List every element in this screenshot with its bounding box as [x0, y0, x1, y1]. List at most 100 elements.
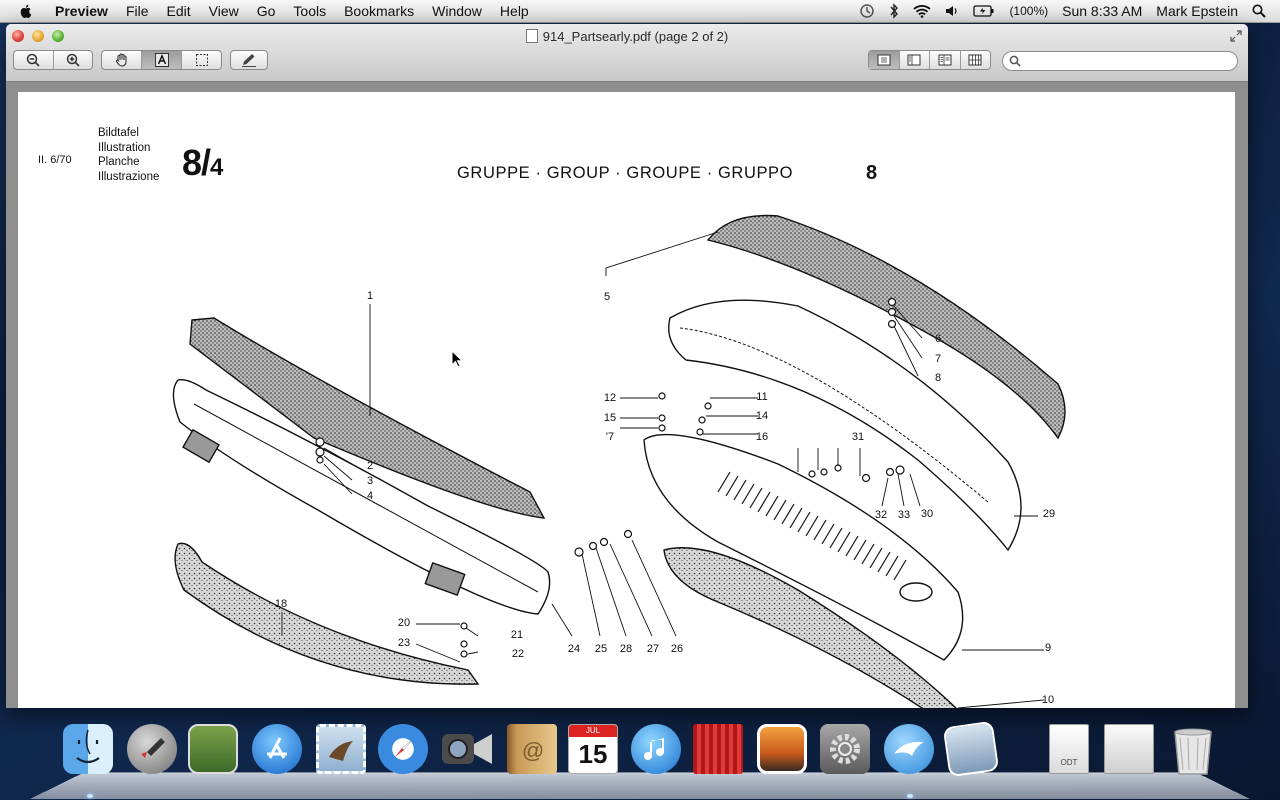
apple-menu-icon[interactable] [18, 3, 34, 19]
part-label-10: 10 [1042, 694, 1054, 706]
tool-selector [101, 50, 222, 70]
search-field[interactable] [1002, 51, 1238, 71]
photo-booth-curtain-icon [693, 724, 743, 774]
running-indicator-finder [87, 794, 93, 798]
preview-bird-icon [884, 724, 934, 774]
dock-preview[interactable] [884, 724, 936, 780]
table-of-contents-icon [938, 54, 952, 66]
time-machine-icon[interactable] [852, 3, 882, 19]
odt-file-icon: ODT [1049, 724, 1089, 774]
odt-file-label: ODT [1060, 758, 1078, 767]
annotate-button[interactable] [231, 51, 267, 69]
dock-system-preferences[interactable] [820, 724, 872, 780]
zoom-in-button[interactable] [54, 51, 93, 69]
part-label-2: 2 [367, 460, 373, 472]
facetime-camera-icon [438, 724, 492, 774]
svg-text:@: @ [522, 738, 544, 763]
menu-edit[interactable]: Edit [158, 3, 200, 19]
calendar-day: 15 [578, 739, 608, 769]
part-label-24: 24 [568, 643, 580, 655]
view-content-only-button[interactable] [869, 51, 900, 69]
part-label-29: 29 [1043, 508, 1055, 520]
marquee-icon [195, 54, 208, 66]
part-label-9: 9 [1045, 642, 1051, 654]
safari-compass-icon [378, 724, 428, 774]
part-label-15: 15 [604, 412, 616, 424]
move-tool-button[interactable] [102, 51, 142, 69]
part-label-11: 11 [756, 391, 767, 403]
zoom-in-icon [66, 53, 80, 67]
menu-go[interactable]: Go [248, 3, 285, 19]
zoom-out-button[interactable] [14, 51, 54, 69]
text-select-icon [154, 53, 169, 67]
part-label-20: 20 [398, 617, 410, 629]
dock-ical[interactable]: JUL 15 [568, 724, 620, 780]
dock-mail[interactable] [316, 724, 368, 780]
dock-photo-booth[interactable] [693, 724, 745, 780]
menu-tools[interactable]: Tools [284, 3, 335, 19]
menu-user[interactable]: Mark Epstein [1149, 3, 1245, 19]
part-label-26: 26 [671, 643, 683, 655]
title-bar: 914_Partsearly.pdf (page 2 of 2) [6, 24, 1248, 82]
dock-trash[interactable] [1168, 724, 1220, 780]
dock-facetime[interactable] [438, 724, 492, 780]
dock-photo-booth-gallery[interactable] [188, 724, 240, 780]
rect-select-tool-button[interactable] [182, 51, 221, 69]
battery-icon[interactable] [966, 5, 1002, 17]
part-label-30: 30 [921, 508, 933, 520]
part-label-33: 33 [898, 509, 910, 521]
mouse-cursor-icon [451, 350, 463, 368]
gear-icon [820, 724, 870, 774]
dock-finder[interactable] [63, 724, 115, 780]
part-label-22: 22 [512, 648, 524, 660]
bluetooth-icon[interactable] [882, 3, 906, 19]
pencil-icon [242, 54, 256, 67]
part-label-1: 1 [367, 290, 373, 302]
window-title: 914_Partsearly.pdf (page 2 of 2) [6, 29, 1248, 44]
pdf-page[interactable]: II. 6/70 Bildtafel Illustration Planche … [18, 92, 1235, 708]
volume-icon[interactable] [938, 4, 966, 18]
thumbnails-icon [907, 54, 921, 66]
part-label-4: 4 [367, 490, 373, 502]
fullscreen-icon[interactable] [1230, 30, 1242, 42]
part-label-23: 23 [398, 637, 410, 649]
dock-itunes[interactable] [631, 724, 683, 780]
hand-icon [115, 53, 127, 67]
dock-downloads-stack[interactable] [1104, 724, 1156, 780]
wifi-icon[interactable] [906, 4, 938, 18]
menu-help[interactable]: Help [491, 3, 538, 19]
menu-clock[interactable]: Sun 8:33 AM [1055, 3, 1149, 19]
dock-safari[interactable] [378, 724, 430, 780]
dock-odt-document[interactable]: ODT [1044, 724, 1096, 780]
menu-bookmarks[interactable]: Bookmarks [335, 3, 423, 19]
photo-gallery-icon [188, 724, 238, 774]
menu-window[interactable]: Window [423, 3, 491, 19]
search-icon [1009, 55, 1021, 67]
trash-icon [1168, 724, 1218, 775]
view-contact-sheet-button[interactable] [961, 51, 991, 69]
document-viewport[interactable]: II. 6/70 Bildtafel Illustration Planche … [6, 82, 1248, 708]
dock-iphoto[interactable] [757, 724, 809, 780]
dock-launchpad[interactable] [127, 724, 179, 780]
mail-stamp-icon [316, 724, 366, 774]
pdf-document-icon [525, 29, 538, 43]
view-toc-button[interactable] [930, 51, 961, 69]
dock-app-store[interactable] [252, 724, 304, 780]
view-thumbnails-button[interactable] [900, 51, 930, 69]
dock-address-book[interactable]: @ [507, 724, 559, 780]
app-menu-preview[interactable]: Preview [46, 3, 117, 19]
window-title-text: 914_Partsearly.pdf (page 2 of 2) [542, 29, 729, 44]
preview-window: 914_Partsearly.pdf (page 2 of 2) II. 6/7… [6, 24, 1248, 708]
part-label-27: 27 [647, 643, 659, 655]
spotlight-icon[interactable] [1245, 4, 1280, 18]
menu-file[interactable]: File [117, 3, 158, 19]
part-label-18: 18 [275, 598, 287, 610]
calendar-month: JUL [569, 725, 617, 737]
menu-view[interactable]: View [200, 3, 248, 19]
search-input[interactable] [1025, 53, 1229, 69]
address-book-icon: @ [507, 724, 557, 774]
part-label-7: 7 [935, 353, 941, 365]
text-tool-button[interactable] [142, 51, 182, 69]
dock-image-capture[interactable] [942, 720, 1000, 780]
itunes-note-icon [631, 724, 681, 774]
